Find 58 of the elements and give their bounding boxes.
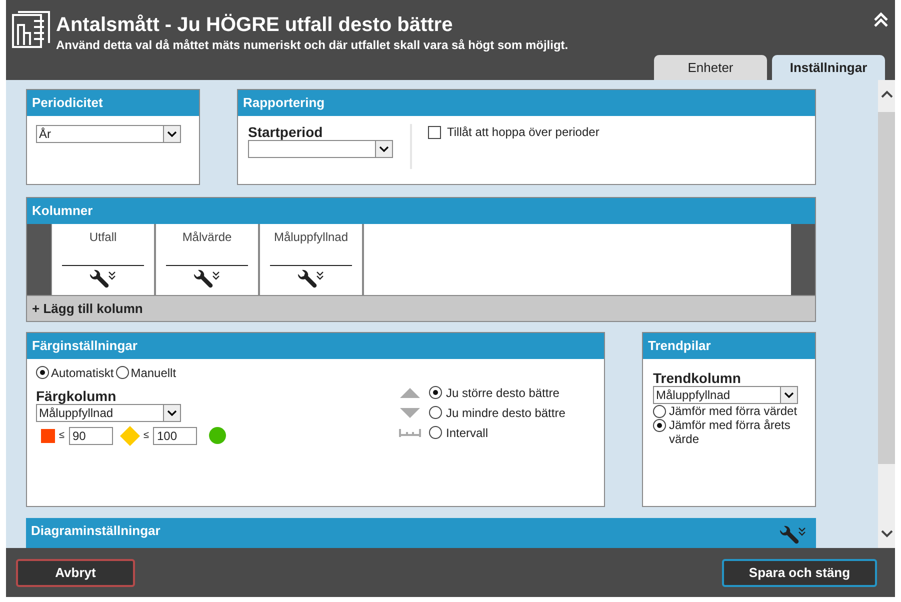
period-select[interactable]: År [36,125,181,143]
radio-button[interactable] [429,426,442,440]
tab[interactable]: Inställningar [772,55,885,80]
radio-label: Jämför med förra årets värde [669,418,792,446]
start-period-select[interactable] [248,140,393,158]
radio-label: Ju större desto bättre [446,386,560,400]
panel-header: Periodicitet [27,90,199,116]
threshold-field[interactable]: 100 [153,426,197,445]
triangle-up-icon [399,386,421,399]
radio-button[interactable] [653,404,666,418]
radio-button[interactable] [429,406,442,420]
scroll-down-icon[interactable] [880,530,892,538]
radio-button[interactable] [36,366,49,380]
wrench-menu-icon[interactable] [192,268,222,289]
column-label: Utfall [89,230,117,244]
color-column-select[interactable]: Måluppfyllnad [36,404,181,422]
checkbox-label: Tillåt att hoppa över perioder [447,125,600,139]
caret-down-icon[interactable] [379,146,389,152]
caret-down-icon[interactable] [167,131,177,137]
column-label: Måluppfyllnad [274,230,348,244]
column-label: Målvärde [182,230,232,244]
radio-button[interactable] [653,418,666,432]
radio-label: Automatiskt [51,366,114,380]
less-equal-sign: ≤ [59,430,64,442]
panel-header: Rapportering [238,90,815,116]
field-label: Startperiod [248,124,324,140]
radio-button[interactable] [429,386,442,400]
field-label: Färgkolumn [36,388,118,404]
panel-header: Kolumner [27,198,815,224]
caret-down-icon[interactable] [784,392,794,398]
add-column-button[interactable]: + Lägg till kolumn [27,294,815,321]
tab[interactable]: Enheter [654,55,767,80]
field-label: Trendkolumn [653,370,742,386]
window-title: Antalsmått - Ju HÖGRE utfall desto bättre [56,13,454,37]
trend-column-select[interactable]: Måluppfyllnad [653,386,798,404]
scrollbar[interactable] [878,80,895,548]
scroll-up-icon[interactable] [880,90,892,98]
panel-header: Trendpilar [643,332,815,359]
window-subtitle: Använd detta val då måttet mäts numeriskt och där utfallet skall vara så högt som möjligt. [56,37,568,53]
panel-header: Färginställningar [27,332,604,359]
cancel-button[interactable]: Avbryt [16,558,135,586]
triangle-down-icon [399,406,421,419]
save-close-button[interactable]: Spara och stäng [722,558,877,586]
radio-button[interactable] [116,366,129,380]
interval-icon [399,428,421,438]
less-equal-sign: ≤ [144,430,149,442]
wrench-menu-icon[interactable] [296,268,326,289]
panel-title: Diagraminställningar [31,522,160,540]
caret-down-icon[interactable] [167,410,177,416]
wrench-menu-icon[interactable] [88,268,118,289]
radio-label: Ju mindre desto bättre [446,406,566,420]
chart-logo-icon [12,11,50,49]
radio-label: Jämför med förra värdet [669,404,798,418]
checkbox[interactable] [428,126,441,138]
radio-label: Manuellt [130,366,176,380]
threshold-field[interactable]: 90 [68,426,112,445]
radio-label: Intervall [446,426,488,440]
collapse-icon[interactable] [873,12,889,28]
